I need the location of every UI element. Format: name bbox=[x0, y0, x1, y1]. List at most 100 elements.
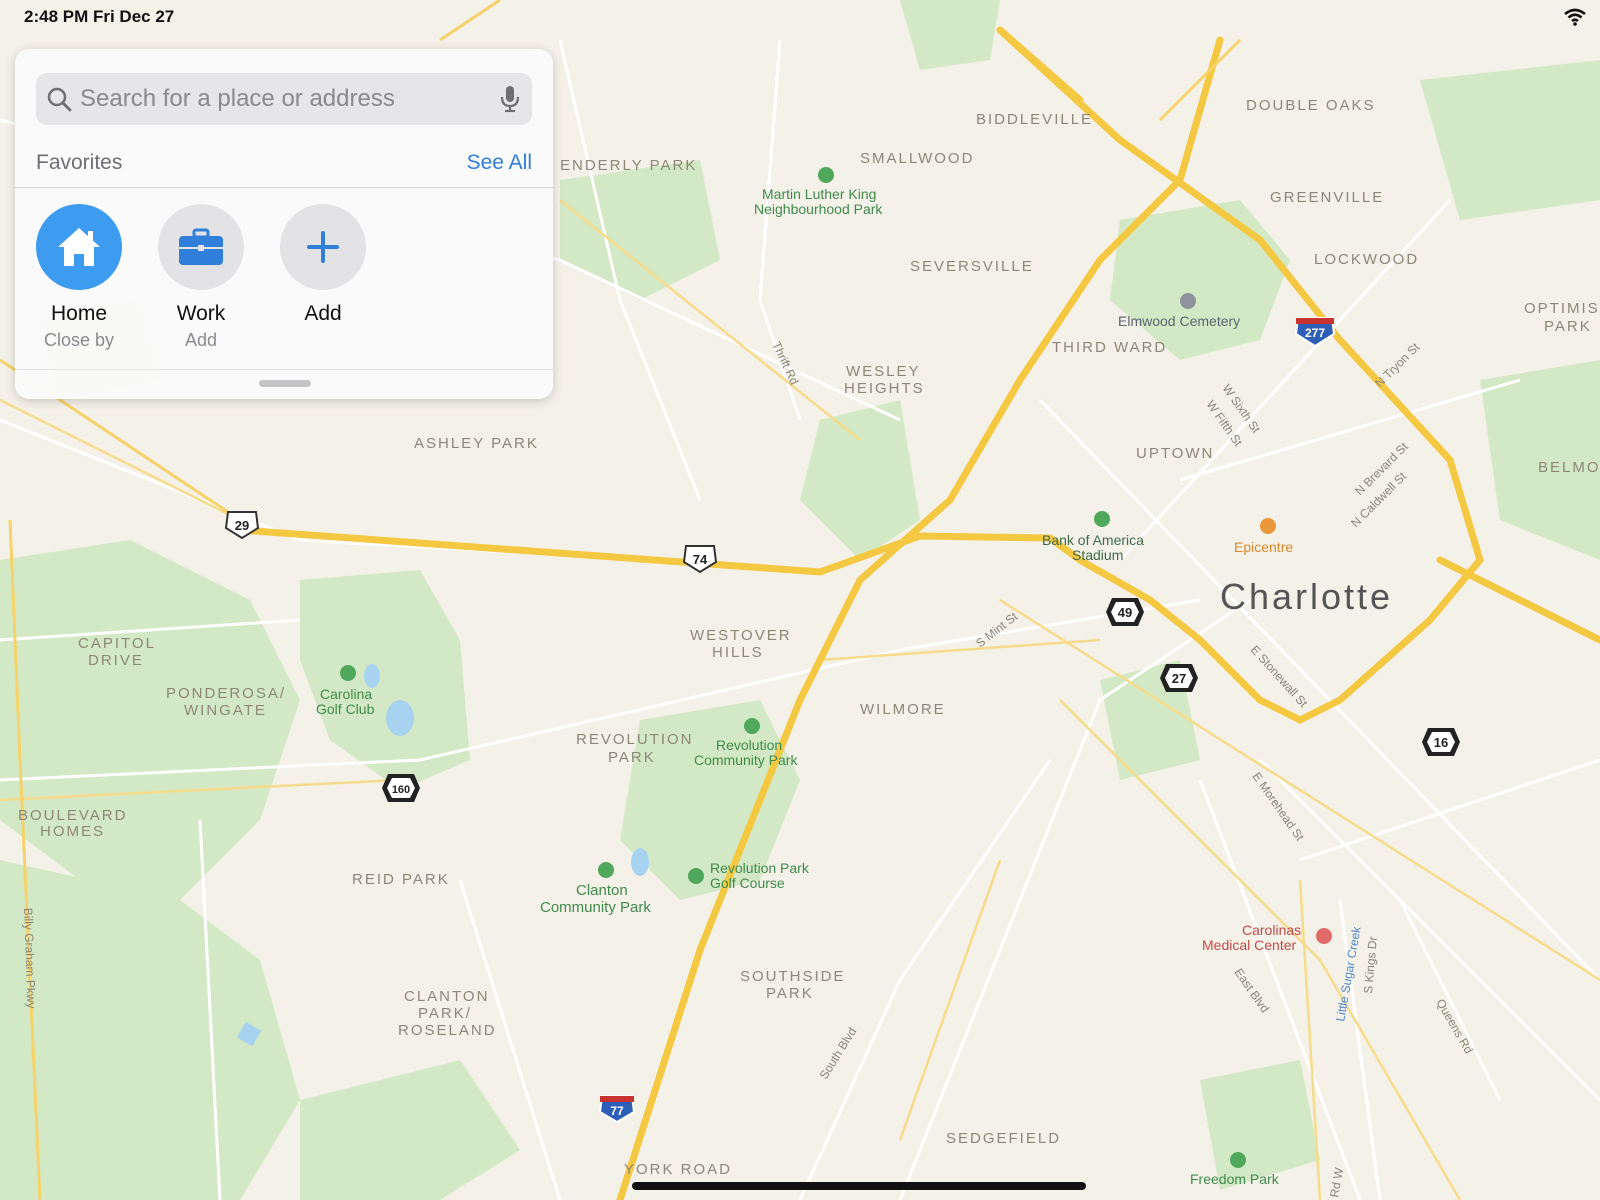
search-input[interactable] bbox=[80, 73, 480, 125]
poi-pin-icon[interactable] bbox=[1260, 518, 1276, 534]
label-seversville: SEVERSVILLE bbox=[910, 258, 1034, 275]
svg-text:16: 16 bbox=[1434, 735, 1448, 750]
label-clanton-cp-2: Community Park bbox=[540, 899, 651, 916]
svg-text:74: 74 bbox=[693, 552, 708, 567]
favorite-work[interactable]: Work Add bbox=[151, 204, 251, 351]
label-clanton: CLANTON bbox=[404, 988, 489, 1005]
label-reid-park: REID PARK bbox=[352, 871, 450, 888]
label-elmwood: Elmwood Cemetery bbox=[1118, 313, 1240, 329]
favorite-label: Add bbox=[304, 302, 342, 325]
status-bar: 2:48 PM Fri Dec 27 bbox=[0, 0, 1600, 34]
label-york-road: YORK ROAD bbox=[624, 1161, 732, 1178]
label-mlk-park-2: Neighbourhood Park bbox=[754, 201, 883, 217]
see-all-link[interactable]: See All bbox=[467, 151, 532, 175]
label-homes: HOMES bbox=[40, 823, 105, 840]
label-revolution: REVOLUTION bbox=[576, 731, 694, 748]
favorite-home[interactable]: Home Close by bbox=[29, 204, 129, 351]
nc-160-shield-icon: 160 bbox=[382, 774, 420, 802]
park-pin-icon[interactable] bbox=[598, 862, 614, 878]
label-optimist: OPTIMIST bbox=[1524, 300, 1600, 317]
nc-16-shield-icon: 16 bbox=[1422, 728, 1460, 756]
favorite-label: Work bbox=[176, 302, 226, 325]
label-epicentre: Epicentre bbox=[1234, 539, 1293, 555]
label-capitol: CAPITOL bbox=[78, 635, 156, 652]
svg-text:277: 277 bbox=[1305, 326, 1325, 340]
search-icon bbox=[46, 86, 72, 117]
golf-pin-icon[interactable] bbox=[340, 665, 356, 681]
label-rev-golf-2: Golf Course bbox=[710, 875, 785, 891]
svg-text:27: 27 bbox=[1172, 671, 1186, 686]
nc-49-shield-icon: 49 bbox=[1106, 598, 1144, 626]
hospital-pin-icon[interactable] bbox=[1316, 928, 1332, 944]
divider bbox=[15, 187, 553, 188]
label-boa-1: Bank of America bbox=[1042, 532, 1144, 548]
svg-text:160: 160 bbox=[392, 784, 410, 796]
label-mlk-park-1: Martin Luther King bbox=[762, 186, 876, 202]
label-carolina-golf-1: Carolina bbox=[320, 686, 372, 702]
label-southside: SOUTHSIDE bbox=[740, 968, 846, 985]
label-uptown: UPTOWN bbox=[1136, 445, 1214, 462]
label-hills: HILLS bbox=[712, 644, 764, 661]
plus-icon bbox=[280, 204, 366, 290]
label-greenville: GREENVILLE bbox=[1270, 189, 1384, 206]
golf-pin-icon[interactable] bbox=[688, 868, 704, 884]
wifi-icon bbox=[1564, 8, 1586, 31]
label-park-slash: PARK/ bbox=[418, 1005, 472, 1022]
divider bbox=[15, 369, 553, 370]
label-clanton-cp-1: Clanton bbox=[576, 882, 628, 899]
label-lockwood: LOCKWOOD bbox=[1314, 251, 1419, 268]
label-revolution-park: PARK bbox=[608, 749, 656, 766]
label-heights: HEIGHTS bbox=[844, 380, 925, 397]
park-pin-icon[interactable] bbox=[818, 167, 834, 183]
label-sedgefield: SEDGEFIELD bbox=[946, 1130, 1061, 1147]
cemetery-pin-icon[interactable] bbox=[1180, 293, 1196, 309]
label-smallwood: SMALLWOOD bbox=[860, 150, 974, 167]
label-charlotte: Charlotte bbox=[1220, 576, 1393, 617]
label-boulevard: BOULEVARD bbox=[18, 807, 127, 824]
label-double-oaks: DOUBLE OAKS bbox=[1246, 97, 1376, 114]
label-ashley-park: ASHLEY PARK bbox=[414, 435, 539, 452]
label-ponderosa: PONDEROSA/ bbox=[166, 685, 286, 702]
label-freedom-park: Freedom Park bbox=[1190, 1171, 1280, 1187]
park-pin-icon[interactable] bbox=[744, 718, 760, 734]
favorites-title: Favorites bbox=[36, 151, 123, 174]
label-optimist-park: PARK bbox=[1544, 318, 1592, 335]
label-biddleville: BIDDLEVILLE bbox=[976, 111, 1093, 128]
label-roseland: ROSELAND bbox=[398, 1022, 497, 1039]
label-cmc-2: Medical Center bbox=[1202, 937, 1296, 953]
house-icon bbox=[36, 204, 122, 290]
svg-text:77: 77 bbox=[610, 1104, 624, 1118]
label-carolina-golf-2: Golf Club bbox=[316, 701, 375, 717]
label-revolution-cp-2: Community Park bbox=[694, 752, 798, 768]
label-cmc-1: Carolinas bbox=[1242, 922, 1301, 938]
favorite-sublabel: Close by bbox=[43, 330, 115, 350]
label-third-ward: THIRD WARD bbox=[1052, 339, 1167, 356]
search-bar[interactable] bbox=[36, 73, 532, 125]
panel-grabber-handle[interactable] bbox=[259, 380, 311, 387]
label-wingate: WINGATE bbox=[184, 702, 267, 719]
microphone-icon[interactable] bbox=[500, 85, 520, 118]
label-belmo: BELMO bbox=[1538, 459, 1600, 476]
park-pin-icon[interactable] bbox=[1230, 1152, 1246, 1168]
briefcase-icon bbox=[158, 204, 244, 290]
label-drive: DRIVE bbox=[88, 652, 144, 669]
status-time: 2:48 PM Fri Dec 27 bbox=[24, 7, 175, 26]
favorites-header: Favorites See All bbox=[36, 151, 532, 181]
favorite-add[interactable]: Add bbox=[273, 204, 373, 330]
favorite-sublabel: Add bbox=[184, 330, 218, 350]
favorite-label: Home bbox=[50, 302, 108, 325]
label-enderly-park: ENDERLY PARK bbox=[560, 157, 697, 174]
svg-text:29: 29 bbox=[235, 518, 249, 533]
label-westover: WESTOVER bbox=[690, 627, 792, 644]
home-indicator[interactable] bbox=[632, 1182, 1086, 1190]
label-rev-golf-1: Revolution Park bbox=[710, 860, 810, 876]
label-wesley: WESLEY bbox=[846, 363, 921, 380]
label-boa-2: Stadium bbox=[1072, 547, 1123, 563]
label-wilmore: WILMORE bbox=[860, 701, 946, 718]
search-panel: Favorites See All Home Close by Work Add bbox=[15, 49, 553, 399]
nc-27-shield-icon: 27 bbox=[1160, 664, 1198, 692]
label-southside-park: PARK bbox=[766, 985, 814, 1002]
stadium-pin-icon[interactable] bbox=[1094, 511, 1110, 527]
svg-text:49: 49 bbox=[1118, 605, 1132, 620]
label-revolution-cp-1: Revolution bbox=[716, 737, 782, 753]
